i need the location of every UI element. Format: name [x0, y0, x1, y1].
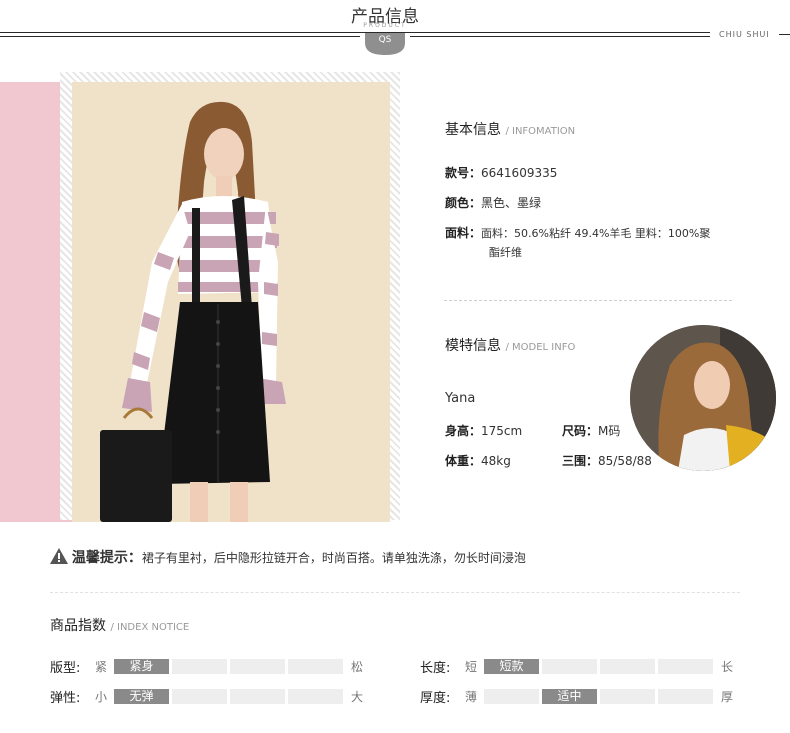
color-value: 黑色、墨绿: [481, 196, 542, 210]
notice-text: 裙子有里衬，后中隐形拉链开合，时尚百搭。请单独洗涤，勿长时间浸泡: [141, 551, 526, 565]
scale-thickness-seg-3: [600, 689, 655, 704]
index-title: 商品指数: [50, 618, 106, 634]
scale-fit-seg-3: [230, 659, 285, 674]
header-line-right: [410, 36, 710, 37]
model-height-value: 175cm: [481, 424, 523, 438]
scale-thickness-label: 厚度:: [420, 691, 451, 706]
scale-fit-seg-4: [288, 659, 343, 674]
scale-elasticity: 弹性: 小 无弹 大: [50, 687, 370, 706]
style-number-row: 款号：6641609335: [445, 164, 557, 181]
scale-fit-max: 松: [351, 660, 364, 674]
scale-thickness-seg-4: [658, 689, 713, 704]
model-info-title-en: / MODEL INFO: [505, 342, 576, 353]
scale-thickness-seg-2: 适中: [542, 689, 597, 704]
model-size-value: M码: [598, 424, 621, 438]
model-weight-value: 48kg: [481, 454, 511, 468]
scale-fit-seg-1: 紧身: [114, 659, 169, 674]
style-number-value: 6641609335: [481, 166, 558, 180]
model-height-row: 身高：175cm: [445, 422, 522, 439]
qs-badge-text: QS: [378, 35, 392, 45]
scale-thickness: 厚度: 薄 适中 厚: [420, 687, 740, 706]
scale-thickness-seg-1: [484, 689, 539, 704]
basic-info-title-en: / INFOMATION: [505, 126, 576, 137]
scale-length-seg-2: [542, 659, 597, 674]
style-number-label: 款号：: [445, 166, 482, 180]
scale-elasticity-max: 大: [351, 690, 364, 704]
model-measure-label: 三围：: [562, 454, 599, 468]
scale-elasticity-seg-3: [230, 689, 285, 704]
model-weight-row: 体重：48kg: [445, 452, 511, 469]
scale-fit-min: 紧: [95, 660, 108, 674]
scale-elasticity-seg-2: [172, 689, 227, 704]
scale-fit: 版型: 紧 紧身 松: [50, 657, 370, 676]
scale-length-min: 短: [465, 660, 478, 674]
basic-info-title: 基本信息: [445, 122, 501, 138]
header-line-top: [0, 32, 710, 33]
scale-length: 长度: 短 短款 长: [420, 657, 740, 676]
brand-name: CHIU SHUI: [719, 30, 770, 39]
scale-elasticity-label: 弹性:: [50, 691, 81, 706]
model-info-title: 模特信息: [445, 338, 501, 354]
scale-length-seg-1: 短款: [484, 659, 539, 674]
fabric-row: 面料：面料：50.6%粘纤 49.4%羊毛 里料：100%聚: [445, 224, 745, 241]
notice-title: 温馨提示：: [71, 550, 142, 566]
fabric-label: 面料：: [445, 226, 482, 240]
scale-fit-label: 版型:: [50, 661, 81, 676]
scale-thickness-min: 薄: [465, 690, 478, 704]
scale-length-max: 长: [721, 660, 734, 674]
color-row: 颜色：黑色、墨绿: [445, 194, 541, 211]
section-header: 产品信息 PRODUCT CHIU SHUI QS: [0, 0, 790, 60]
model-height-label: 身高：: [445, 424, 482, 438]
divider: [444, 300, 732, 301]
care-notice: 温馨提示：裙子有里衬，后中隐形拉链开合，时尚百搭。请单独洗涤，勿长时间浸泡: [50, 547, 526, 567]
model-info-heading: 模特信息 / MODEL INFO: [445, 335, 575, 355]
color-label: 颜色：: [445, 196, 482, 210]
fabric-value-cont: 酯纤维: [489, 246, 522, 259]
model-size-row: 尺码：M码: [562, 422, 620, 439]
header-line-left: [0, 36, 360, 37]
scale-length-seg-4: [658, 659, 713, 674]
model-avatar: [630, 325, 776, 471]
scale-fit-seg-2: [172, 659, 227, 674]
fabric-value: 面料：50.6%粘纤 49.4%羊毛 里料：100%聚: [481, 227, 711, 240]
model-name: Yana: [445, 391, 476, 406]
scale-thickness-max: 厚: [721, 690, 734, 704]
model-measure-value: 85/58/88: [598, 454, 652, 468]
scale-elasticity-seg-4: [288, 689, 343, 704]
header-line-end: [779, 34, 790, 35]
basic-info-heading: 基本信息 / INFOMATION: [445, 119, 575, 139]
scale-length-label: 长度:: [420, 661, 451, 676]
model-illustration: [100, 101, 286, 522]
index-title-en: / INDEX NOTICE: [110, 622, 190, 633]
divider-2: [50, 592, 740, 593]
model-weight-label: 体重：: [445, 454, 482, 468]
product-photo: [72, 82, 390, 522]
scale-elasticity-seg-1: 无弹: [114, 689, 169, 704]
model-size-label: 尺码：: [562, 424, 599, 438]
scale-length-seg-3: [600, 659, 655, 674]
warning-icon: [50, 548, 68, 564]
header-subtitle: PRODUCT: [363, 22, 407, 29]
index-heading: 商品指数 / INDEX NOTICE: [50, 615, 189, 635]
model-measure-row: 三围：85/58/88: [562, 452, 652, 469]
scale-elasticity-min: 小: [95, 690, 108, 704]
model-portrait: [630, 325, 776, 471]
